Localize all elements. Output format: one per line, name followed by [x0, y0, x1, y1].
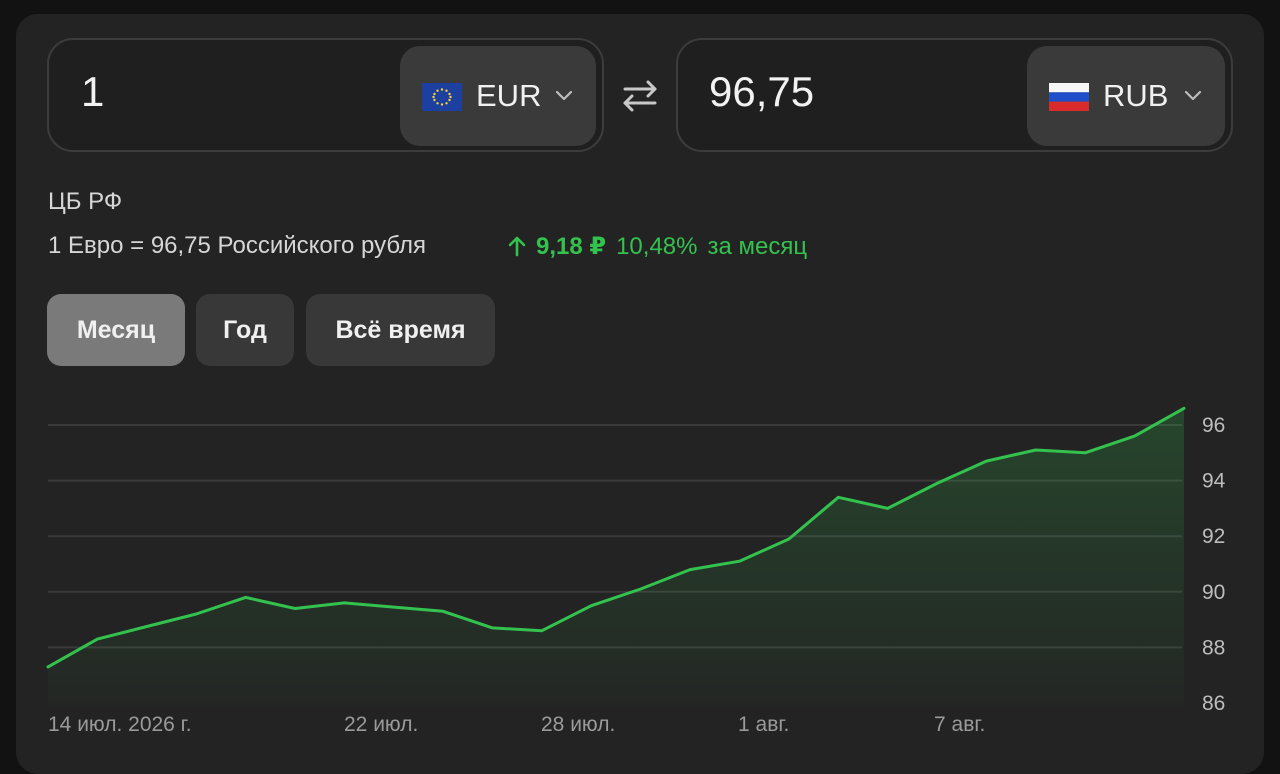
y-tick-label: 92: [1202, 525, 1225, 548]
y-tick-label: 86: [1202, 692, 1225, 715]
series-area: [48, 408, 1184, 706]
y-tick-label: 90: [1202, 581, 1225, 604]
x-tick-label: 7 авг.: [934, 713, 985, 736]
x-tick-label: 14 июл. 2026 г.: [48, 713, 192, 736]
x-tick-label: 28 июл.: [541, 713, 615, 736]
rate-chart: 96 94 92 90 88 86 14 июл. 2026 г. 22 июл. 28 июл…: [0, 0, 1280, 752]
y-tick-label: 96: [1202, 414, 1225, 437]
x-tick-label: 1 авг.: [738, 713, 789, 736]
x-tick-label: 22 июл.: [344, 713, 418, 736]
y-tick-label: 88: [1202, 636, 1225, 659]
y-tick-label: 94: [1202, 470, 1226, 493]
